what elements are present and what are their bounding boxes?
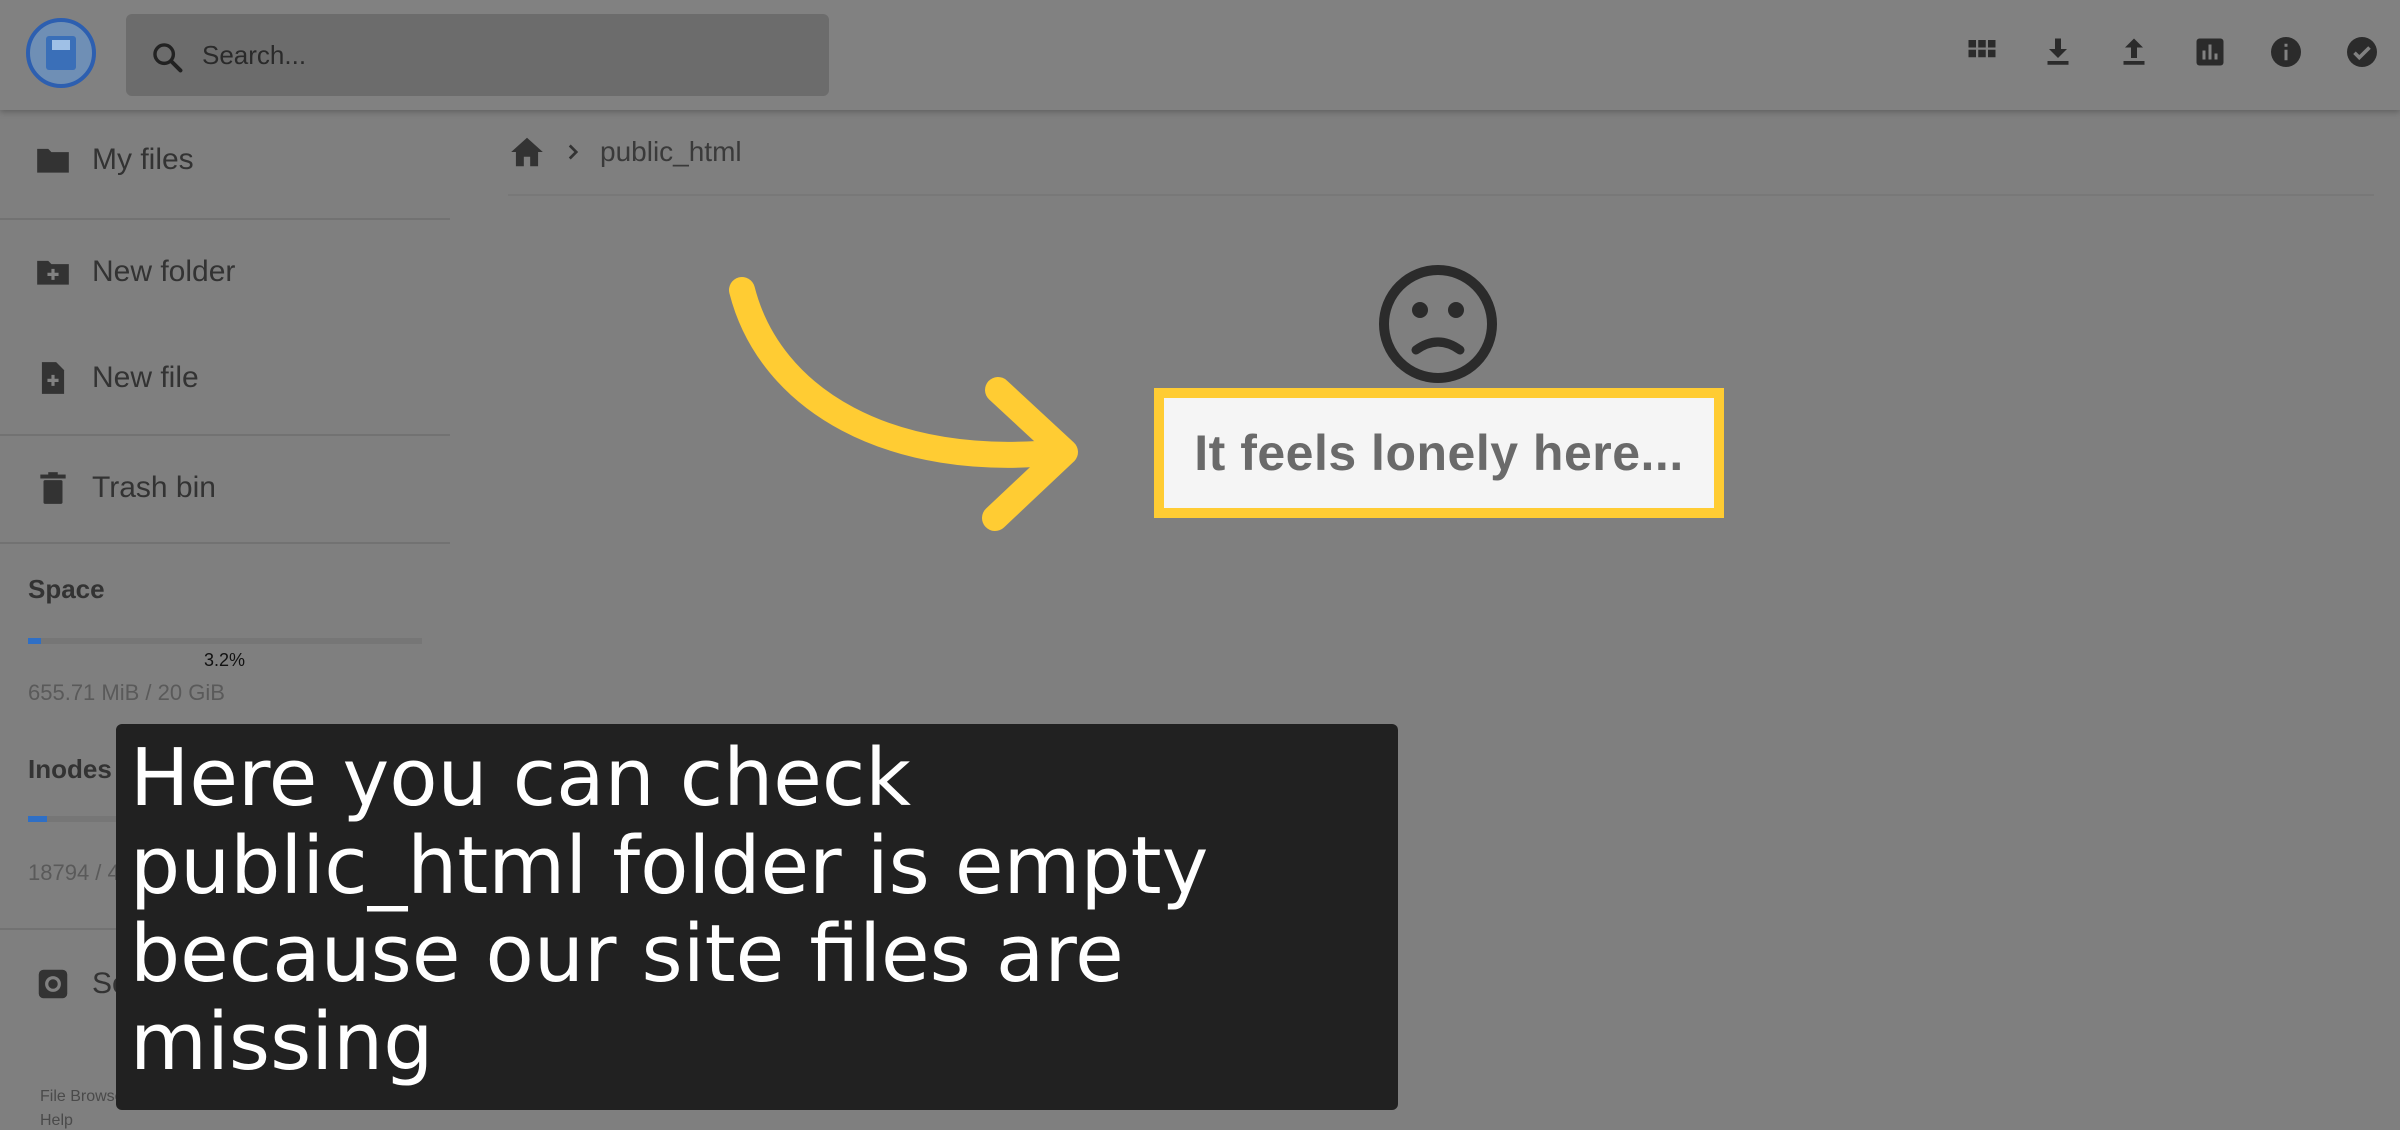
tutorial-caption: Here you can check public_html folder is… <box>116 724 1398 1110</box>
space-title: Space <box>28 574 105 604</box>
sidebar-item-label: New file <box>92 361 199 394</box>
divider <box>0 218 450 220</box>
check-circle-icon[interactable] <box>2344 34 2380 70</box>
upload-icon[interactable] <box>2116 34 2152 70</box>
sidebar-item-new-folder[interactable]: New folder <box>0 222 450 322</box>
annotation-arrow-icon <box>729 277 1078 531</box>
sidebar-item-trash-bin[interactable]: Trash bin <box>0 438 450 538</box>
breadcrumb-folder[interactable]: public_html <box>600 136 742 168</box>
space-detail: 655.71 MiB / 20 GiB <box>28 680 225 705</box>
help-link[interactable]: Help <box>40 1112 73 1130</box>
breadcrumb: public_html <box>508 132 742 172</box>
trash-icon <box>40 472 66 504</box>
new-folder-icon <box>37 260 69 285</box>
divider <box>0 542 450 544</box>
sidebar-item-label: My files <box>92 143 194 176</box>
empty-state-highlight: It feels lonely here... <box>1154 388 1724 518</box>
search-icon <box>153 43 183 73</box>
chart-icon[interactable] <box>2192 34 2228 70</box>
sidebar-item-label: New folder <box>92 255 236 288</box>
info-icon[interactable] <box>2268 34 2304 70</box>
divider <box>508 194 2374 196</box>
space-progress-bar <box>28 638 422 644</box>
empty-state-message: It feels lonely here... <box>1194 425 1684 481</box>
divider <box>0 434 450 436</box>
app-logo-icon[interactable] <box>26 18 96 88</box>
chevron-right-icon <box>568 144 579 160</box>
grid-view-icon[interactable] <box>1964 34 2000 70</box>
folder-icon <box>37 148 69 173</box>
sidebar-item-new-file[interactable]: New file <box>0 328 450 428</box>
sad-face-icon <box>1379 265 1497 383</box>
search-box[interactable] <box>126 14 829 96</box>
new-file-icon <box>41 362 65 394</box>
sidebar-item-label: Trash bin <box>92 471 216 504</box>
gear-icon <box>38 969 68 999</box>
sidebar-item-my-files[interactable]: My files <box>0 110 450 210</box>
space-percent: 3.2% <box>204 650 246 670</box>
inodes-title: Inodes <box>28 754 112 784</box>
home-icon[interactable] <box>508 133 546 171</box>
caption-text: Here you can check public_html folder is… <box>130 732 1209 1088</box>
top-bar <box>0 0 2400 110</box>
download-icon[interactable] <box>2040 34 2076 70</box>
inodes-detail: 18794 / 4 <box>28 860 120 885</box>
search-input[interactable] <box>202 14 802 96</box>
